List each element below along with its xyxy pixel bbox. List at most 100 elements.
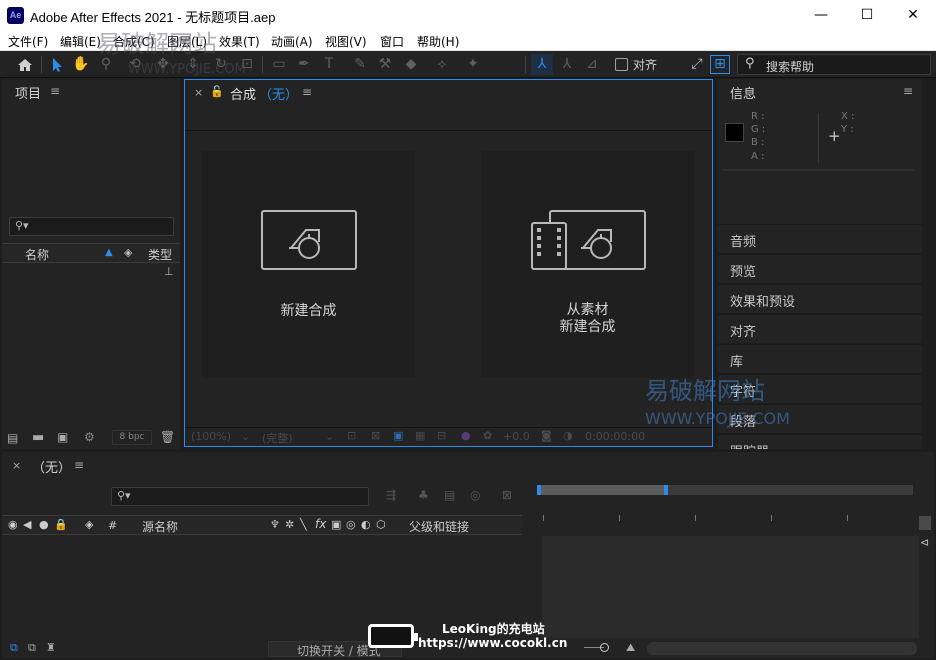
column-hash[interactable]: #	[108, 519, 117, 532]
panel-menu-icon[interactable]: ≡	[74, 458, 84, 472]
zoom-slider-handle[interactable]	[600, 643, 609, 652]
pen-tool-icon[interactable]: ✒	[293, 54, 315, 75]
new-folder-icon[interactable]: ▬	[32, 430, 44, 445]
guide-options-icon[interactable]: ▦	[415, 429, 425, 442]
minimize-button[interactable]: —	[798, 0, 844, 31]
label-tag-icon[interactable]: ◈	[124, 246, 132, 259]
quality-icon[interactable]: ╲	[300, 518, 307, 531]
resolution-dropdown[interactable]: (完整)	[262, 430, 293, 446]
menu-edit[interactable]: 编辑(E)	[60, 33, 101, 50]
maximize-button[interactable]: ☐	[844, 0, 890, 31]
shy-icon[interactable]: ♆	[270, 518, 280, 531]
snap-checkbox[interactable]	[615, 58, 628, 71]
column-source-name[interactable]: 源名称	[142, 518, 178, 535]
panel-effects-presets[interactable]: 效果和预设	[718, 284, 922, 313]
motion-blur-icon[interactable]: ◎	[470, 488, 480, 502]
timeline-zoom-handle[interactable]	[919, 516, 931, 530]
graph-editor-icon[interactable]: ⊠	[502, 488, 512, 502]
column-type[interactable]: 类型	[148, 246, 172, 263]
channel-icon[interactable]: ⊟	[437, 429, 446, 442]
solo-icon[interactable]: ●	[39, 518, 49, 531]
show-snapshot-icon[interactable]: ◑	[563, 429, 573, 442]
menu-effect[interactable]: 效果(T)	[219, 33, 260, 50]
clone-stamp-icon[interactable]: ⚒	[374, 54, 396, 75]
view-axis-icon[interactable]: ⊿	[581, 54, 603, 75]
timeline-tab-label[interactable]: （无）	[32, 457, 71, 476]
current-time[interactable]: 0:00:00:00	[585, 430, 645, 443]
eraser-tool-icon[interactable]: ◆	[400, 54, 422, 75]
panel-menu-icon[interactable]: ≡	[50, 84, 60, 98]
world-axis-icon[interactable]: ⅄	[556, 54, 578, 75]
close-tab-icon[interactable]: ×	[12, 459, 21, 472]
project-search-input[interactable]: ⚲▾	[9, 217, 174, 236]
work-area-end-handle[interactable]	[664, 485, 668, 495]
comp-marker-bin-icon[interactable]: ⊲	[920, 536, 929, 549]
menu-animation[interactable]: 动画(A)	[271, 33, 313, 50]
menu-file[interactable]: 文件(F)	[8, 33, 48, 50]
draft-3d-icon[interactable]: ♣	[418, 488, 429, 502]
snap-options-icon[interactable]: ⤢	[686, 54, 708, 75]
hand-tool-icon[interactable]: ✋	[70, 54, 92, 75]
brush-tool-icon[interactable]: ✎	[349, 54, 371, 75]
motion-blur-icon[interactable]: ◎	[346, 518, 356, 531]
composition-tab-value[interactable]: （无）	[259, 84, 298, 103]
color-channel-icon[interactable]: ●	[461, 429, 471, 442]
local-axis-icon[interactable]: ⅄	[531, 54, 553, 75]
roto-brush-icon[interactable]: ⟡	[431, 54, 453, 75]
eye-icon[interactable]: ◉	[8, 518, 18, 531]
collapse-icon[interactable]: ✲	[285, 518, 294, 531]
layer-switches-icon[interactable]: ⧉	[10, 641, 18, 655]
fx-icon[interactable]: fx	[315, 517, 326, 531]
lock-icon[interactable]: 🔓	[210, 85, 224, 98]
transparency-grid-icon[interactable]: ⊠	[371, 429, 380, 442]
mask-visibility-icon[interactable]: ▣	[393, 429, 403, 442]
snapshot-icon[interactable]: ◙	[541, 429, 552, 442]
region-of-interest-icon[interactable]: ⊡	[347, 429, 356, 442]
work-area-start-handle[interactable]	[537, 485, 541, 495]
project-settings-icon[interactable]: ⚙	[84, 430, 95, 444]
new-composition-card[interactable]: 新建合成	[202, 151, 415, 378]
exposure-value[interactable]: +0.0	[503, 430, 530, 443]
3d-layer-icon[interactable]: ⬡	[376, 518, 386, 531]
work-area-bar[interactable]	[538, 485, 666, 495]
panel-audio[interactable]: 音频	[718, 224, 922, 253]
project-panel-title[interactable]: 项目	[15, 83, 41, 102]
adjustment-layer-icon[interactable]: ◐	[361, 518, 371, 531]
new-composition-icon[interactable]: ▣	[57, 430, 68, 444]
interpret-footage-icon[interactable]: ▤	[7, 431, 18, 445]
panel-tracker[interactable]: 跟踪器	[718, 434, 922, 449]
timeline-track-area[interactable]	[542, 536, 919, 638]
sort-up-icon[interactable]: ▲	[105, 247, 113, 258]
close-tab-icon[interactable]: ×	[194, 86, 203, 99]
frame-blend-icon[interactable]: ▣	[331, 518, 341, 531]
home-icon[interactable]	[14, 54, 36, 75]
menu-view[interactable]: 视图(V)	[325, 33, 367, 50]
menu-help[interactable]: 帮助(H)	[417, 33, 459, 50]
column-name[interactable]: 名称	[25, 246, 49, 263]
info-panel-title[interactable]: 信息	[730, 83, 756, 102]
text-tool-icon[interactable]: T	[318, 54, 340, 75]
lock-icon[interactable]: 🔒	[54, 518, 68, 531]
zoom-in-icon[interactable]: ⛰	[626, 641, 635, 655]
panel-menu-icon[interactable]: ≡	[302, 85, 312, 99]
panel-library[interactable]: 库	[718, 344, 922, 373]
exposure-reset-icon[interactable]: ✿	[483, 429, 492, 442]
timing-icon[interactable]: ♜	[46, 641, 56, 654]
zoom-dropdown[interactable]: (100%)	[191, 430, 231, 443]
rectangle-tool-icon[interactable]: ▭	[268, 54, 290, 75]
panel-align[interactable]: 对齐	[718, 314, 922, 343]
column-parent-link[interactable]: 父级和链接	[409, 518, 469, 535]
timeline-search-input[interactable]: ⚲▾	[111, 487, 369, 506]
from-footage-card[interactable]: 从素材 新建合成	[481, 151, 694, 378]
frame-blending-icon[interactable]: ▤	[444, 488, 455, 502]
comp-flowchart-icon[interactable]: ⇶	[386, 488, 396, 502]
selection-tool-icon[interactable]	[46, 54, 68, 75]
flowchart-icon[interactable]: ⊥	[164, 265, 174, 278]
panel-preview[interactable]: 预览	[718, 254, 922, 283]
bit-depth-button[interactable]: 8 bpc	[112, 430, 152, 445]
transfer-controls-icon[interactable]: ⧉	[28, 641, 36, 655]
puppet-pin-icon[interactable]: ✦	[462, 54, 484, 75]
workspace-icon[interactable]: ⊞	[710, 55, 730, 74]
horizontal-scrollbar[interactable]	[647, 642, 917, 655]
close-window-button[interactable]: ✕	[890, 0, 936, 31]
